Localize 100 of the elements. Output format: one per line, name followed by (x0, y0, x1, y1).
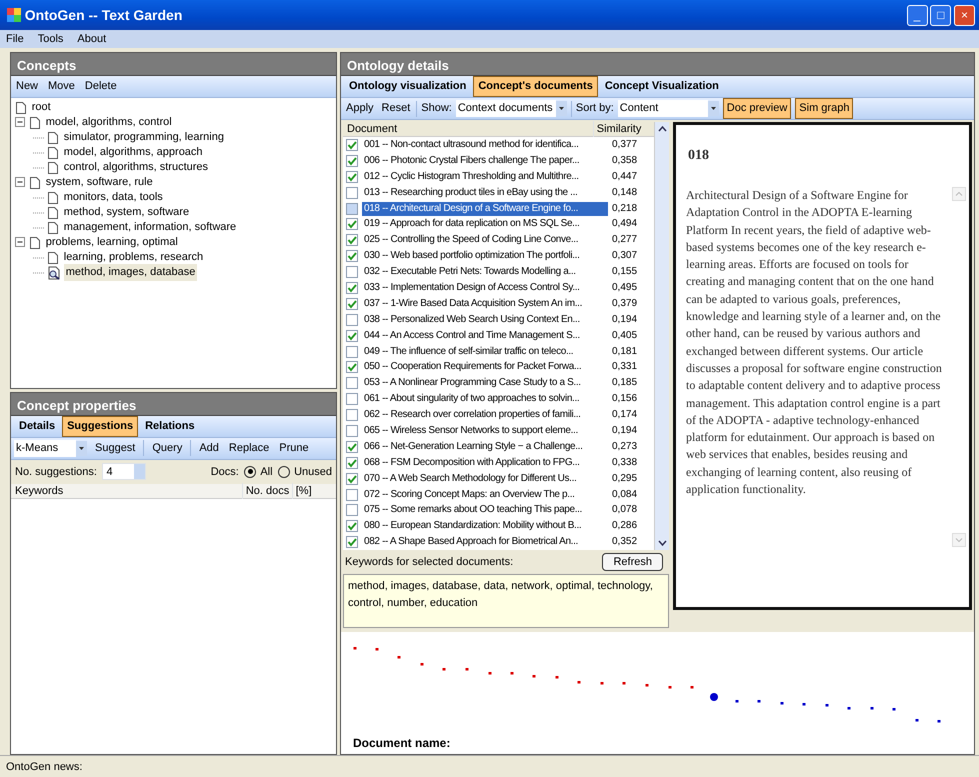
toolbar-button[interactable]: Prune (277, 440, 311, 456)
document-title[interactable]: 053 -- A Nonlinear Programming Case Study to a S... (362, 376, 608, 390)
sort-dropdown[interactable]: Content (618, 100, 708, 117)
collapse-icon[interactable] (15, 177, 26, 188)
menu-item[interactable]: About (77, 30, 106, 48)
collapse-icon[interactable] (15, 237, 26, 248)
checkbox[interactable] (346, 170, 358, 183)
checkbox[interactable] (346, 424, 358, 437)
menu-item[interactable]: Tools (38, 30, 64, 48)
view-toggle-button[interactable]: Doc preview (722, 98, 792, 119)
checkbox[interactable] (346, 520, 358, 532)
document-title[interactable]: 050 -- Cooperation Requirements for Packet Forwa... (362, 360, 608, 374)
document-title[interactable]: 001 -- Non-contact ultrasound method for identifica... (362, 138, 608, 152)
tab[interactable]: Ontology visualization (344, 76, 472, 97)
document-title[interactable]: 044 -- An Access Control and Time Management S... (362, 328, 608, 343)
menu-item[interactable]: File (6, 30, 24, 48)
document-title[interactable]: 033 -- Implementation Design of Access Control Sy... (362, 280, 608, 295)
document-title[interactable]: 006 -- Photonic Crystal Fibers challenge The paper... (362, 154, 608, 168)
minimize-button[interactable]: _ (906, 4, 928, 26)
tab[interactable]: Concept Visualization (600, 76, 724, 97)
checkbox[interactable] (346, 488, 358, 501)
checkbox[interactable] (346, 393, 358, 406)
document-title[interactable]: 038 -- Personalized Web Search Using Context En... (362, 312, 608, 327)
checkbox[interactable] (346, 218, 358, 230)
tree-item[interactable]: learning, problems, research (62, 249, 206, 266)
tree-item[interactable]: system, software, rule (44, 174, 155, 191)
toolbar-button[interactable]: Query (150, 440, 184, 456)
method-dropdown[interactable]: k-Means (14, 440, 76, 457)
toolbar-button[interactable]: Move (46, 78, 77, 95)
toolbar-button[interactable]: Apply (344, 100, 376, 117)
column-header[interactable]: Document (347, 120, 593, 138)
checkbox[interactable] (346, 202, 358, 214)
checkbox[interactable] (346, 298, 358, 310)
document-title[interactable]: 032 -- Executable Petri Nets: Towards Modelling a... (362, 265, 608, 280)
toolbar-button[interactable]: Add (197, 440, 221, 456)
radio-label[interactable]: All (260, 464, 273, 480)
checkbox[interactable] (346, 138, 358, 151)
refresh-button[interactable]: Refresh (602, 553, 663, 572)
tab[interactable]: Relations (140, 416, 200, 436)
document-title[interactable]: 013 -- Researching product tiles in eBay using the ... (362, 186, 608, 200)
document-title[interactable]: 066 -- Net-Generation Learning Style − a Challenge... (362, 440, 608, 454)
tree-item[interactable]: model, algorithms, approach (62, 144, 205, 161)
column-header[interactable]: Similarity (593, 120, 644, 138)
close-button[interactable]: × (954, 4, 975, 26)
document-title[interactable]: 030 -- Web based portfolio optimization The portfoli... (362, 249, 608, 264)
checkbox[interactable] (346, 314, 358, 326)
checkbox[interactable] (346, 377, 358, 390)
toolbar-button[interactable]: New (14, 78, 40, 95)
document-title[interactable]: 080 -- European Standardization: Mobility without B... (362, 519, 608, 534)
checkbox[interactable] (346, 504, 358, 516)
checkbox[interactable] (346, 266, 358, 278)
column-header[interactable]: Keywords (15, 482, 242, 499)
tab[interactable]: Details (14, 416, 60, 436)
tree-item[interactable]: method, system, software (62, 204, 192, 221)
number-spinner[interactable]: 4 (102, 463, 146, 480)
toolbar-button[interactable]: Delete (82, 78, 119, 95)
document-title[interactable]: 037 -- 1-Wire Based Data Acquisition System An im... (362, 296, 608, 311)
tree-item[interactable]: control, algorithms, structures (62, 159, 210, 176)
checkbox[interactable] (346, 472, 358, 485)
document-title[interactable]: 018 -- Architectural Design of a Software Engine fo... (362, 202, 608, 216)
checkbox[interactable] (346, 234, 358, 246)
tree-item[interactable]: monitors, data, tools (62, 189, 165, 206)
view-toggle-button[interactable]: Sim graph (795, 98, 854, 119)
radio-label[interactable]: Unused (294, 464, 332, 480)
toolbar-button[interactable]: Suggest (93, 440, 138, 456)
document-title[interactable]: 082 -- A Shape Based Approach for Biometrical An... (362, 535, 608, 550)
radio-button[interactable] (278, 466, 290, 478)
toolbar-button[interactable]: Replace (226, 440, 272, 456)
checkbox[interactable] (346, 346, 358, 358)
document-title[interactable]: 025 -- Controlling the Speed of Coding Line Conve... (362, 233, 608, 248)
checkbox[interactable] (346, 330, 358, 342)
checkbox[interactable] (346, 282, 358, 294)
checkbox[interactable] (346, 250, 358, 262)
tree-item[interactable]: method, images, database (64, 264, 198, 281)
document-title[interactable]: 012 -- Cyclic Histogram Thresholding and Multithre... (362, 170, 608, 184)
checkbox[interactable] (346, 361, 358, 374)
checkbox[interactable] (346, 409, 358, 422)
document-title[interactable]: 061 -- About singularity of two approaches to solvin... (362, 392, 608, 406)
tree-item[interactable]: model, algorithms, control (44, 114, 174, 131)
toolbar-button[interactable]: Reset (380, 100, 412, 117)
document-title[interactable]: 049 -- The influence of self-similar traffic on teleco... (362, 344, 608, 359)
tree-item[interactable]: problems, learning, optimal (44, 234, 180, 251)
show-dropdown[interactable]: Context documents (456, 100, 556, 117)
document-title[interactable]: 068 -- FSM Decomposition with Application to FPG... (362, 456, 608, 470)
tree-item[interactable]: management, information, software (62, 219, 238, 236)
tab[interactable]: Concept's documents (473, 76, 598, 97)
collapse-icon[interactable] (15, 117, 26, 128)
document-title[interactable]: 072 -- Scoring Concept Maps: an Overview The p... (362, 488, 608, 502)
document-title[interactable]: 070 -- A Web Search Methodology for Different Us... (362, 472, 608, 486)
maximize-button[interactable]: □ (930, 4, 952, 26)
document-title[interactable]: 062 -- Research over correlation properties of famili... (362, 408, 608, 422)
checkbox[interactable] (346, 154, 358, 167)
checkbox[interactable] (346, 186, 358, 199)
checkbox[interactable] (346, 440, 358, 453)
document-title[interactable]: 075 -- Some remarks about OO teaching This pape... (362, 503, 608, 518)
checkbox[interactable] (346, 456, 358, 469)
tab[interactable]: Suggestions (62, 416, 138, 436)
tree-item[interactable]: root (30, 99, 53, 116)
document-title[interactable]: 019 -- Approach for data replication on MS SQL Se... (362, 217, 608, 232)
checkbox[interactable] (346, 536, 358, 548)
